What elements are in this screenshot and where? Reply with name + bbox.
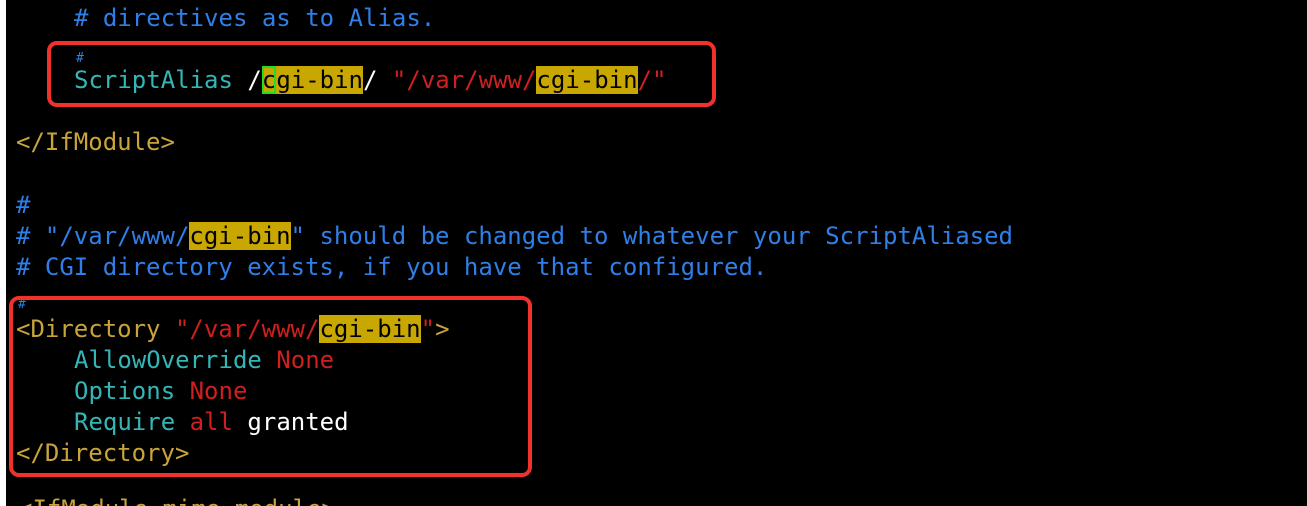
directive-keyword: AllowOverride (74, 346, 262, 374)
closing-tag: </IfModule> (16, 128, 175, 156)
search-highlight: cgi-bin (319, 315, 421, 343)
path-string: /" (637, 66, 667, 94)
directive-value: None (276, 346, 335, 374)
require-line: Require all granted (74, 407, 349, 438)
opening-tag: <Directory (16, 315, 161, 343)
comment-line: # "/var/www/cgi-bin" should be changed t… (16, 221, 1013, 252)
allowoverride-line: AllowOverride None (74, 345, 334, 376)
tag-bracket: > (435, 315, 450, 343)
path-string: "/var/www/ (174, 315, 320, 343)
comment-text: # (18, 297, 26, 312)
comment-text: # CGI directory exists, if you have that… (16, 253, 768, 281)
comment-line: # CGI directory exists, if you have that… (16, 252, 767, 283)
partial-line: <IfModule mime_module> (18, 494, 336, 506)
url-suffix: / (363, 66, 378, 94)
comment-text: # directives as to Alias. (74, 4, 436, 32)
text-cursor[interactable]: c (261, 66, 277, 94)
closing-tag: </Directory> (16, 439, 190, 467)
scriptalias-line: ScriptAlias /cgi-bin/ "/var/www/cgi-bin/… (74, 65, 666, 96)
search-highlight: cgi-bin (189, 222, 291, 250)
path-string: " (420, 315, 436, 343)
search-highlight: gi-bin (276, 66, 364, 94)
directive-keyword: Options (74, 377, 176, 405)
comment-text: # "/var/www/ (16, 222, 190, 250)
directive-arg: granted (247, 408, 349, 436)
directory-close-line: </Directory> (16, 438, 189, 469)
directive-value: None (189, 377, 248, 405)
opening-tag: <IfModule mime_module> (18, 495, 336, 506)
terminal-window[interactable]: # directives as to Alias. # ScriptAlias … (6, 0, 1307, 506)
tag-line: </IfModule> (16, 127, 175, 158)
comment-line: # directives as to Alias. (74, 3, 435, 34)
comment-text: # (16, 191, 31, 219)
directive-keyword: ScriptAlias (74, 66, 233, 94)
comment-text: # (76, 51, 84, 66)
comment-line: # (16, 190, 30, 221)
search-highlight: cgi-bin (536, 66, 638, 94)
directive-keyword: Require (74, 408, 176, 436)
options-line: Options None (74, 376, 247, 407)
url-prefix: / (232, 66, 262, 94)
comment-text: " should be changed to whatever your Scr… (290, 222, 1014, 250)
directory-open-line: <Directory "/var/www/cgi-bin"> (16, 314, 450, 345)
directive-arg: all (189, 408, 233, 436)
path-string: "/var/www/ (391, 66, 537, 94)
